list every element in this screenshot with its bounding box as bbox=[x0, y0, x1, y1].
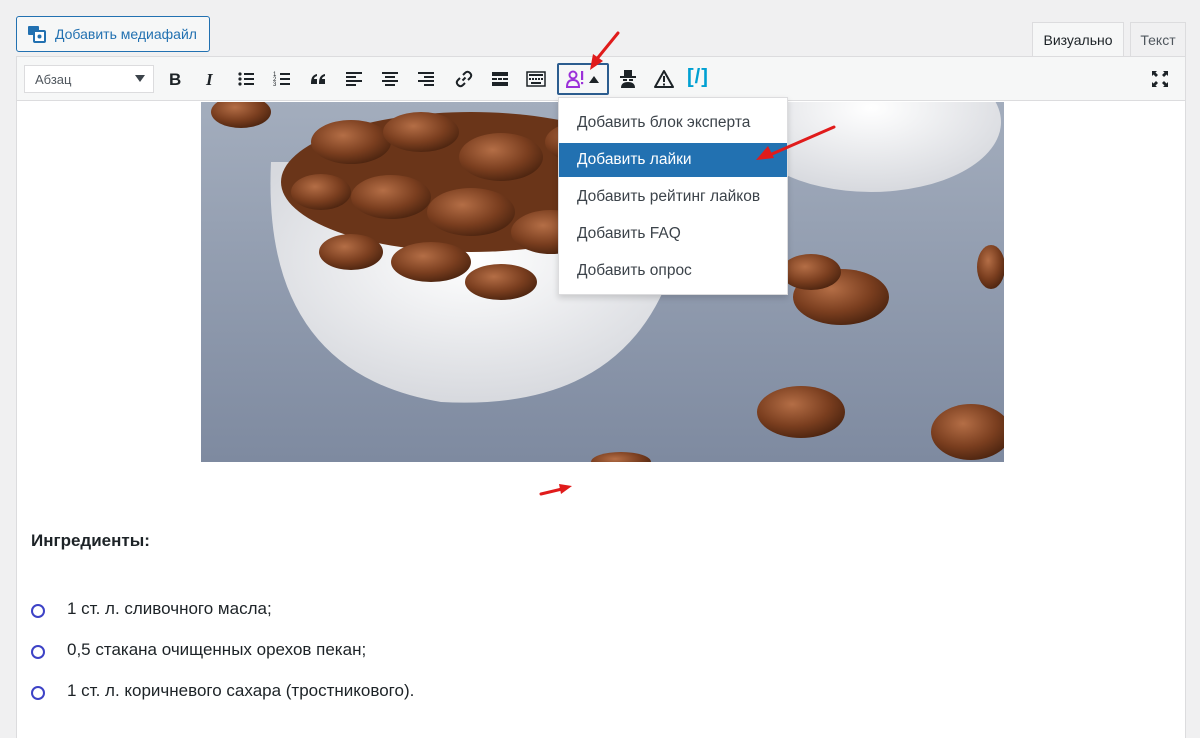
svg-text:B: B bbox=[169, 70, 181, 89]
annotation-arrow-icon bbox=[756, 125, 836, 160]
toolbar-toggle-button[interactable] bbox=[523, 66, 549, 92]
fullscreen-icon bbox=[1152, 71, 1168, 87]
align-center-icon bbox=[382, 72, 398, 86]
svg-text:3: 3 bbox=[273, 82, 277, 88]
bullet-list-icon bbox=[238, 72, 254, 86]
blockquote-button[interactable] bbox=[305, 66, 331, 92]
align-center-button[interactable] bbox=[377, 66, 403, 92]
list-item-text: 1 ст. л. сливочного масла; bbox=[67, 599, 272, 618]
list-item: 1 ст. л. сливочного масла; bbox=[31, 599, 272, 619]
list-item: 1 ст. л. коричневого сахара (тростниково… bbox=[31, 681, 414, 701]
warning-button[interactable] bbox=[651, 66, 677, 92]
blockquote-icon bbox=[311, 74, 325, 84]
list-item-text: 1 ст. л. коричневого сахара (тростниково… bbox=[67, 681, 415, 700]
align-left-icon bbox=[346, 72, 362, 86]
circle-bullet-icon bbox=[31, 686, 45, 700]
link-icon bbox=[455, 70, 473, 88]
link-button[interactable] bbox=[451, 66, 477, 92]
add-media-button[interactable]: Добавить медиафайл bbox=[16, 16, 210, 52]
read-more-icon bbox=[492, 72, 508, 86]
media-icon bbox=[28, 26, 46, 43]
annotation-arrow-icon bbox=[590, 31, 620, 70]
circle-bullet-icon bbox=[31, 604, 45, 618]
format-select[interactable]: Абзац bbox=[24, 65, 154, 93]
circle-bullet-icon bbox=[31, 645, 45, 659]
italic-button[interactable]: I bbox=[197, 66, 223, 92]
editor-frame: Абзац B I 1 2 3 [/] Добавить блок экспер… bbox=[16, 56, 1186, 738]
bold-button[interactable]: B bbox=[161, 66, 187, 92]
bold-icon: B bbox=[169, 70, 181, 89]
shortcode-icon[interactable]: [/] bbox=[687, 66, 709, 89]
align-left-button[interactable] bbox=[341, 66, 367, 92]
list-item: 0,5 стакана очищенных орехов пекан; bbox=[31, 640, 366, 660]
list-item-text: 0,5 стакана очищенных орехов пекан; bbox=[67, 640, 367, 659]
bullet-list-button[interactable] bbox=[233, 66, 259, 92]
format-select-value: Абзац bbox=[35, 71, 72, 87]
menu-item-add-faq[interactable]: Добавить FAQ bbox=[559, 217, 787, 251]
align-right-button[interactable] bbox=[413, 66, 439, 92]
numbered-list-button[interactable]: 1 2 3 bbox=[269, 66, 295, 92]
numbered-list-icon: 1 2 3 bbox=[273, 72, 290, 88]
align-right-icon bbox=[418, 72, 434, 86]
italic-icon: I bbox=[205, 70, 214, 89]
fullscreen-button[interactable] bbox=[1147, 66, 1173, 92]
add-media-label: Добавить медиафайл bbox=[55, 26, 197, 42]
menu-item-add-poll[interactable]: Добавить опрос bbox=[559, 254, 787, 288]
warning-icon bbox=[654, 70, 674, 88]
toolbar-toggle-icon bbox=[526, 71, 546, 87]
caret-up-icon bbox=[589, 75, 599, 83]
tab-text[interactable]: Текст bbox=[1130, 22, 1186, 56]
tab-visual[interactable]: Визуально bbox=[1032, 22, 1124, 56]
menu-item-add-likes-rating[interactable]: Добавить рейтинг лайков bbox=[559, 180, 787, 214]
annotation-arrow-icon bbox=[539, 484, 572, 496]
svg-text:I: I bbox=[205, 70, 214, 89]
chevron-down-icon bbox=[135, 75, 145, 82]
ingredients-heading: Ингредиенты: bbox=[31, 531, 150, 550]
expert-plugin-icon bbox=[565, 70, 584, 88]
read-more-button[interactable] bbox=[487, 66, 513, 92]
